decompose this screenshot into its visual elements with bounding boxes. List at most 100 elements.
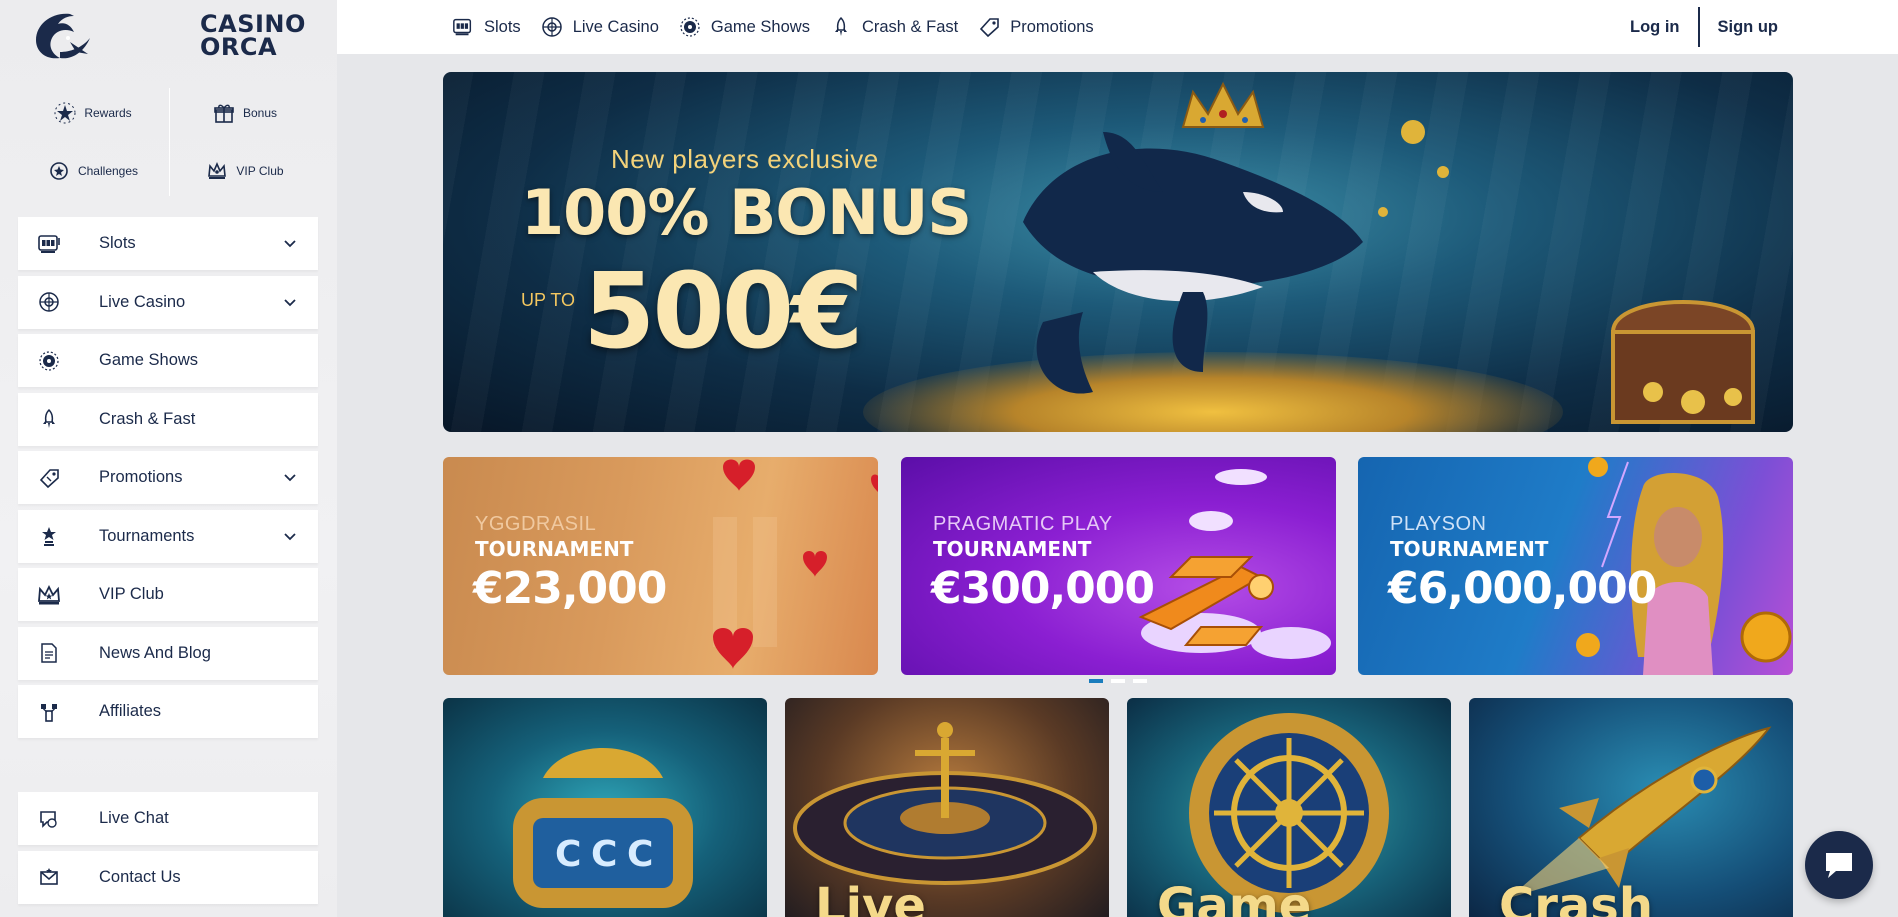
category-tile-label: Live [815, 878, 926, 917]
crowned-orca-illustration [1023, 81, 1449, 394]
signup-button[interactable]: Sign up [1718, 18, 1779, 37]
rocket-icon [830, 16, 852, 38]
orca-logo-icon [36, 13, 90, 59]
sidebar-item-label: Promotions [99, 468, 183, 486]
rocket-icon [36, 406, 62, 432]
category-tile-live[interactable]: Live [785, 698, 1109, 917]
quick-link-label: Rewards [84, 106, 132, 120]
divider [1697, 7, 1700, 47]
sidebar-item-contact-us[interactable]: Contact Us [18, 850, 318, 904]
carousel-dot[interactable] [1133, 679, 1147, 683]
roulette-icon [541, 16, 563, 38]
tag-icon [36, 465, 62, 491]
slot-machine-icon [36, 231, 62, 257]
slot-machine-icon [452, 16, 474, 38]
tag-icon [978, 16, 1000, 38]
quick-link-rewards[interactable]: Rewards [18, 84, 168, 142]
hero-headline: 100% BONUS [521, 176, 972, 249]
promo-title: TOURNAMENT [475, 537, 634, 561]
sidebar-item-affiliates[interactable]: Affiliates [18, 685, 318, 738]
topnav-crash-fast[interactable]: Crash & Fast [830, 16, 958, 38]
topnav-live-casino[interactable]: Live Casino [541, 16, 659, 38]
sidebar-item-live-casino[interactable]: Live Casino [18, 275, 318, 329]
hero-upto: UP TO [521, 290, 576, 310]
chevron-down-icon[interactable] [282, 528, 298, 544]
sidebar-item-label: Live Chat [99, 809, 169, 827]
chat-icon [36, 806, 62, 832]
topnav-label: Game Shows [710, 17, 810, 36]
quick-links: Rewards Bonus Challenges VIP Club [18, 84, 318, 200]
svg-text:C: C [555, 834, 581, 875]
wheel-icon [679, 16, 701, 38]
carousel-dot[interactable] [1089, 679, 1103, 683]
gift-icon [213, 102, 235, 124]
quick-link-vip-club[interactable]: VIP Club [170, 142, 320, 200]
category-tile-slots[interactable]: C C C [443, 698, 767, 917]
login-button[interactable]: Log in [1630, 18, 1679, 37]
auth-links: Log in Sign up [1630, 0, 1778, 54]
hero-banner[interactable]: New players exclusive 100% BONUS UP TO 5… [443, 72, 1793, 432]
chevron-down-icon[interactable] [282, 235, 298, 251]
category-tile-game-shows[interactable]: Game [1127, 698, 1451, 917]
topnav-label: Crash & Fast [861, 17, 959, 36]
top-nav: Slots Live Casino Game Shows Crash & Fas… [452, 0, 1114, 54]
quick-link-label: VIP Club [236, 164, 284, 178]
sidebar-item-label: VIP Club [99, 585, 164, 603]
sidebar-item-tournaments[interactable]: Tournaments [18, 509, 318, 563]
wheel-icon [36, 348, 62, 374]
sidebar-item-game-shows[interactable]: Game Shows [18, 334, 318, 387]
topnav-promotions[interactable]: Promotions [978, 16, 1094, 38]
sidebar-item-label: Slots [99, 234, 136, 252]
topnav-label: Slots [484, 17, 521, 36]
category-tile-crash[interactable]: Crash [1469, 698, 1793, 917]
star-burst-icon [54, 102, 76, 124]
sidebar-item-news-and-blog[interactable]: News And Blog [18, 626, 318, 680]
sidebar-item-slots[interactable]: Slots [18, 217, 318, 270]
promo-card-pragmatic-play[interactable]: PRAGMATIC PLAY TOURNAMENT €300,000 [901, 457, 1336, 675]
promo-provider: YGGDRASIL [475, 513, 597, 535]
document-icon [36, 640, 62, 666]
sidebar-item-promotions[interactable]: Promotions [18, 451, 318, 504]
treasure-chest-illustration [1610, 300, 1756, 424]
topnav-game-shows[interactable]: Game Shows [679, 16, 810, 38]
sidebar-item-label: Game Shows [99, 351, 199, 369]
topnav-slots[interactable]: Slots [452, 16, 521, 38]
carousel-pagination [1089, 679, 1147, 683]
promo-card-playson[interactable]: PLAYSON TOURNAMENT €6,000,000 [1358, 457, 1793, 675]
sidebar-item-label: Crash & Fast [99, 409, 196, 428]
promo-provider: PRAGMATIC PLAY [933, 513, 1113, 535]
promo-card-yggdrasil[interactable]: YGGDRASIL TOURNAMENT €23,000 [443, 457, 878, 675]
promo-title: TOURNAMENT [933, 537, 1092, 561]
category-tile-label: Crash [1499, 878, 1654, 917]
crown-icon [36, 582, 62, 608]
promo-provider: PLAYSON [1390, 513, 1487, 535]
quick-link-challenges[interactable]: Challenges [18, 142, 168, 200]
promo-prize: €6,000,000 [1388, 563, 1657, 614]
brand-logo[interactable]: CASINO ORCA [30, 8, 310, 64]
promo-prize: €23,000 [473, 563, 667, 614]
top-bar: Slots Live Casino Game Shows Crash & Fas… [337, 0, 1898, 54]
sidebar-nav: Slots Live Casino Game Shows Crash & Fas… [18, 217, 318, 744]
sidebar-item-label: Contact Us [99, 867, 181, 886]
quick-link-label: Bonus [242, 106, 278, 120]
promo-prize: €300,000 [931, 563, 1155, 614]
chevron-down-icon[interactable] [282, 294, 298, 310]
topnav-label: Promotions [1010, 17, 1094, 36]
crown-icon [206, 160, 228, 182]
trophy-icon [36, 523, 62, 549]
sidebar-item-label: Tournaments [99, 526, 195, 545]
hero-eyebrow: New players exclusive [611, 144, 879, 174]
quick-link-bonus[interactable]: Bonus [170, 84, 320, 142]
promo-title: TOURNAMENT [1390, 537, 1549, 561]
chevron-down-icon[interactable] [282, 469, 298, 485]
slot-machine-illustration: C C C [513, 748, 693, 908]
chat-bubble-icon [1826, 853, 1852, 878]
sidebar-item-crash-fast[interactable]: Crash & Fast [18, 392, 318, 446]
sidebar-item-vip-club[interactable]: VIP Club [18, 568, 318, 621]
sidebar-item-label: Live Casino [99, 292, 186, 311]
topnav-label: Live Casino [572, 17, 659, 36]
sidebar-support: Live Chat Contact Us [18, 792, 318, 909]
live-chat-widget-button[interactable] [1805, 831, 1873, 899]
sidebar-item-live-chat[interactable]: Live Chat [18, 792, 318, 845]
carousel-dot[interactable] [1111, 679, 1125, 683]
